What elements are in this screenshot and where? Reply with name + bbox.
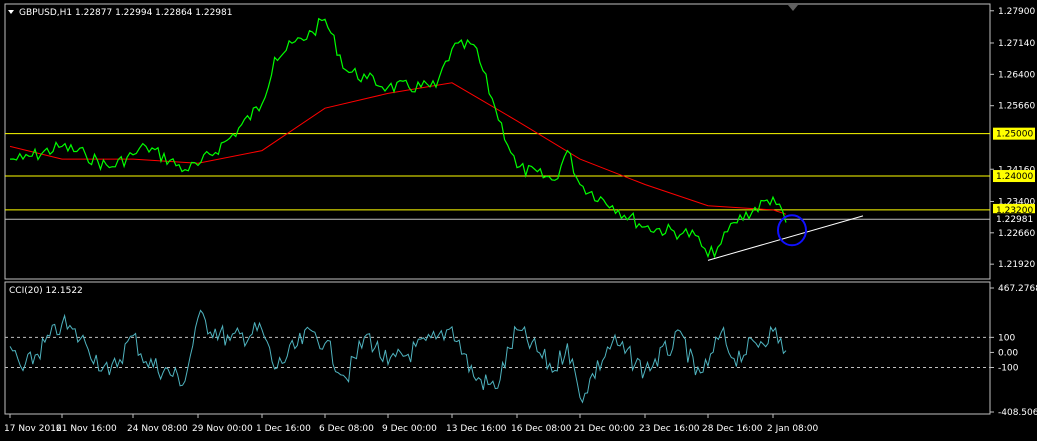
x-tick-label: 23 Dec 16:00 (639, 424, 700, 434)
x-tick-label: 21 Dec 00:00 (574, 424, 635, 434)
x-tick-label: 6 Dec 08:00 (319, 424, 374, 434)
y-tick-label: 1.27900 (998, 7, 1035, 17)
x-tick-label: 9 Dec 00:00 (382, 424, 437, 434)
level-price-tag: 1.24000 (996, 172, 1033, 182)
x-tick-label: 21 Nov 16:00 (56, 424, 117, 434)
cci-y-tick-label: 100 (998, 333, 1015, 343)
main-chart-title: GBPUSD,H1 1.22877 1.22994 1.22864 1.2298… (19, 8, 232, 18)
x-tick-label: 13 Dec 16:00 (446, 424, 507, 434)
y-tick-label: 1.26400 (998, 70, 1035, 80)
x-tick-label: 29 Nov 00:00 (192, 424, 253, 434)
main-panel-frame (4, 3, 991, 280)
y-tick-label: 1.25660 (998, 102, 1035, 112)
cci-y-tick-label: 467.2768 (998, 284, 1037, 294)
x-tick-label: 17 Nov 2016 (4, 424, 62, 434)
x-tick-label: 2 Jan 08:00 (767, 424, 819, 434)
cci-panel-frame (4, 281, 991, 415)
cci-y-tick-label: -408.5069 (998, 408, 1037, 418)
cci-y-tick-label: 0.00 (998, 348, 1018, 358)
cci-y-tick-label: -100 (998, 364, 1019, 374)
y-tick-label: 1.21920 (998, 260, 1035, 270)
level-price-tag: 1.25000 (996, 130, 1033, 140)
x-tick-label: 1 Dec 16:00 (256, 424, 311, 434)
level-price-tag: 1.22981 (996, 215, 1033, 225)
y-tick-label: 1.22660 (998, 229, 1035, 239)
x-tick-label: 16 Dec 08:00 (511, 424, 572, 434)
y-tick-label: 1.27140 (998, 39, 1035, 49)
x-tick-label: 24 Nov 08:00 (127, 424, 188, 434)
x-tick-label: 28 Dec 16:00 (702, 424, 763, 434)
cci-indicator-title: CCI(20) 12.1522 (9, 286, 83, 296)
chart-canvas: GBPUSD,H1 1.22877 1.22994 1.22864 1.2298… (4, 3, 1037, 434)
